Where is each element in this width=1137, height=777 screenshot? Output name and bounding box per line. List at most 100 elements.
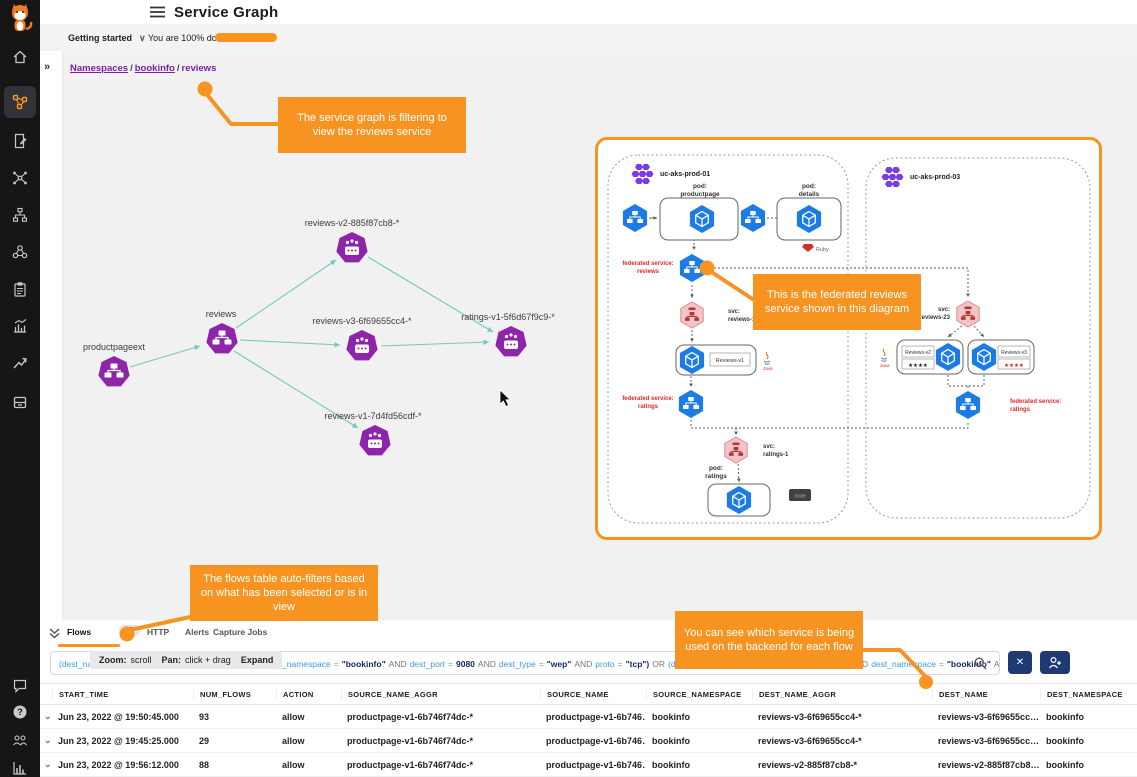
col-header-num_flows[interactable]: NUM_FLOWS (193, 690, 276, 699)
service-graph-icon[interactable] (12, 94, 28, 110)
usage-metrics-icon[interactable] (12, 760, 28, 776)
table-cell: productpage-v1-6b746… (540, 712, 646, 722)
graph-node-reviews-v2[interactable] (336, 232, 367, 262)
table-cell: allow (276, 736, 341, 746)
table-cell: bookinfo (646, 760, 752, 770)
filter-token: 9080 (456, 659, 475, 669)
federated-reviews-hex-icon[interactable] (680, 254, 704, 282)
home-icon[interactable] (12, 49, 28, 65)
compliance-icon[interactable] (12, 281, 28, 297)
svc-reviews-1-hex-icon (681, 302, 703, 328)
tab-flows-label: Flows (67, 627, 91, 637)
ruby-label: Ruby (816, 247, 829, 253)
col-header-source_name_aggr[interactable]: SOURCE_NAME_AGGR (341, 690, 540, 699)
col-header-dest_namespace[interactable]: DEST_NAMESPACE (1040, 690, 1137, 699)
hamburger-menu-icon[interactable] (150, 6, 165, 18)
col-header-source_namespace[interactable]: SOURCE_NAMESPACE (646, 690, 752, 699)
federated-reviews-label: reviews (637, 269, 660, 275)
col-header-dest_name[interactable]: DEST_NAME (932, 690, 1040, 699)
table-cell: productpage-v1-6b746f74dc-* (341, 712, 540, 722)
callout-federated-service: This is the federated reviews service sh… (753, 274, 921, 330)
table-cell: allow (276, 760, 341, 770)
clusters-icon[interactable] (12, 244, 28, 260)
activity-icon[interactable] (12, 318, 28, 334)
tigera-logo[interactable] (6, 3, 34, 33)
federated-reviews-label: federated service: (622, 261, 673, 267)
filter-token: = (618, 659, 623, 669)
col-header-action[interactable]: ACTION (276, 690, 341, 699)
cluster-icon (632, 164, 654, 184)
tab-alerts[interactable]: Alerts (185, 627, 209, 637)
federated-ratings-hex-icon (679, 390, 703, 418)
java-logo: Java (880, 349, 890, 368)
table-cell: bookinfo (1040, 736, 1137, 746)
pod-ratings-label: pod: (709, 465, 723, 472)
pod-productpage-label: pod: (693, 183, 707, 190)
flows-table-header: START_TIMENUM_FLOWSACTIONSOURCE_NAME_AGG… (40, 683, 1137, 705)
graph-node-reviews[interactable] (206, 323, 237, 353)
table-cell: productpage-v1-6b746f74dc-* (341, 736, 540, 746)
col-header-start_time[interactable]: START_TIME (52, 690, 193, 699)
service-hex-icon (623, 204, 647, 232)
filter-token: AND (389, 659, 407, 669)
black-stars: ★★★★ (908, 362, 928, 369)
pod-ratings-label: ratings (705, 473, 727, 480)
bottom-tab-bar: Flows 20 HTTP Alerts Capture Jobs (40, 620, 1137, 648)
user-filter-button[interactable] (1040, 651, 1070, 674)
row-expand-icon[interactable]: ⌄ (40, 735, 52, 746)
top-app-bar: Service Graph (40, 0, 1137, 24)
filter-token: dest_port (410, 659, 445, 669)
table-row[interactable]: ⌄Jun 23, 2022 @ 19:45:25.00029allowprodu… (40, 729, 1137, 753)
federated-services-diagram: uc-aks-prod-01 pod: productpage pod: det… (595, 137, 1102, 540)
table-cell: Jun 23, 2022 @ 19:45:25.000 (52, 736, 193, 746)
table-cell: productpage-v1-6b746… (540, 736, 646, 746)
tab-flows[interactable]: Flows 20 (67, 627, 91, 637)
cluster2-label: uc-aks-prod-03 (910, 174, 960, 181)
network-sets-icon[interactable] (12, 170, 28, 186)
table-cell: reviews-v3-6f69655cc… (932, 736, 1040, 746)
service-graph-canvas[interactable]: » Namespaces/bookinfo/reviews (40, 51, 1137, 620)
chat-icon[interactable] (12, 678, 28, 694)
pod-details-label: pod: (802, 183, 816, 190)
help-icon[interactable]: ? (12, 704, 28, 720)
graph-node-label: reviews-v2-885f87cb8-* (305, 218, 400, 228)
user-plus-icon (1048, 656, 1062, 669)
trends-icon[interactable] (12, 355, 28, 371)
getting-started-dropdown[interactable]: Getting started (68, 33, 132, 43)
graph-node-ratings-v1[interactable] (495, 326, 526, 356)
tab-capture-jobs[interactable]: Capture Jobs (213, 627, 267, 637)
expand-hint-label: Expand (241, 655, 274, 665)
table-row[interactable]: ⌄Jun 23, 2022 @ 19:56:12.00088allowprodu… (40, 753, 1137, 777)
pan-hint-label: Pan: (162, 655, 182, 665)
filter-token: AND (574, 659, 592, 669)
filter-token: OR (652, 659, 665, 669)
table-row[interactable]: ⌄Jun 23, 2022 @ 19:50:45.00093allowprodu… (40, 705, 1137, 729)
filter-token: = (334, 659, 339, 669)
tab-http[interactable]: HTTP (147, 627, 169, 637)
row-expand-icon[interactable]: ⌄ (40, 759, 52, 770)
chevron-down-icon[interactable]: ∨ (139, 33, 146, 44)
graph-node-reviews-v1[interactable] (359, 425, 390, 455)
users-icon[interactable] (12, 732, 28, 748)
pan-hint-value: click + drag (185, 655, 231, 665)
graph-node-productpageext[interactable] (98, 356, 129, 386)
flows-count-badge: 20 (119, 625, 140, 636)
help-glyph: ? (17, 707, 23, 717)
graph-node-reviews-v3[interactable] (346, 330, 377, 360)
pod-productpage-label: productpage (680, 191, 720, 198)
table-cell: 93 (193, 712, 276, 722)
cluster1-label: uc-aks-prod-01 (660, 171, 710, 178)
reviews-v1-label: Reviews-v1 (716, 358, 744, 364)
col-header-dest_name_aggr[interactable]: DEST_NAME_AGGR (752, 690, 932, 699)
row-expand-icon[interactable]: ⌄ (40, 711, 52, 722)
policies-icon[interactable] (12, 133, 28, 149)
endpoints-icon[interactable] (12, 207, 28, 223)
canvas-controls-hint: Zoom:scroll Pan:click + drag Expand (90, 651, 282, 669)
svc-reviews-23-hex-icon (957, 301, 979, 327)
search-icon[interactable] (974, 657, 987, 670)
clear-filter-button[interactable]: ✕ (1008, 651, 1032, 674)
archive-icon[interactable] (12, 394, 28, 410)
col-header-source_name[interactable]: SOURCE_NAME (540, 690, 646, 699)
collapse-panel-double-chevron-icon[interactable] (48, 627, 61, 640)
table-cell: productpage-v1-6b746f74dc-* (341, 760, 540, 770)
